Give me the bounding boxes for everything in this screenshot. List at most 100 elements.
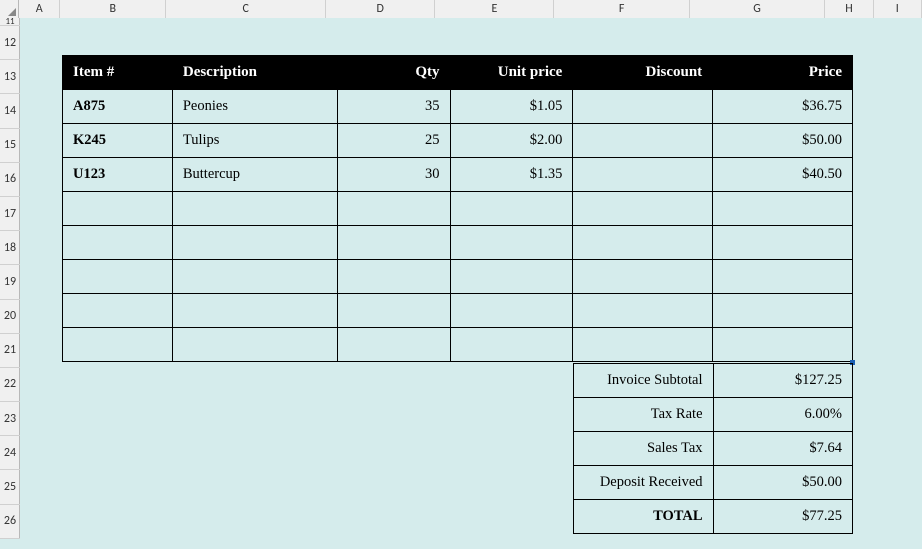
summary-row-salestax: Sales Tax $7.64 — [574, 432, 853, 466]
col-header-I[interactable]: I — [874, 0, 922, 18]
summary-value[interactable]: $77.25 — [713, 500, 852, 534]
cell-qty[interactable] — [337, 294, 450, 328]
cell-price[interactable] — [713, 328, 853, 362]
row-header-13[interactable]: 13 — [0, 60, 20, 94]
cell-item[interactable] — [63, 260, 173, 294]
column-header-row: A B C D E F G H I — [0, 0, 922, 18]
col-header-A[interactable]: A — [19, 0, 60, 18]
header-price[interactable]: Price — [713, 56, 853, 90]
cell-item[interactable] — [63, 328, 173, 362]
cell-unit-price[interactable]: $2.00 — [450, 124, 573, 158]
cell-discount[interactable] — [573, 226, 713, 260]
summary-label[interactable]: Sales Tax — [574, 432, 714, 466]
row-header-23[interactable]: 23 — [0, 402, 20, 436]
cell-qty[interactable]: 30 — [337, 158, 450, 192]
row-header-25[interactable]: 25 — [0, 470, 20, 504]
cell-price[interactable]: $40.50 — [713, 158, 853, 192]
col-header-D[interactable]: D — [326, 0, 435, 18]
summary-value[interactable]: $50.00 — [713, 466, 852, 500]
cell-description[interactable]: Peonies — [172, 90, 337, 124]
cell-discount[interactable] — [573, 158, 713, 192]
table-header-row: Item # Description Qty Unit price Discou… — [63, 56, 853, 90]
cell-description[interactable]: Tulips — [172, 124, 337, 158]
summary-row-deposit: Deposit Received $50.00 — [574, 466, 853, 500]
cell-item[interactable] — [63, 192, 173, 226]
header-discount[interactable]: Discount — [573, 56, 713, 90]
cell-item[interactable] — [63, 294, 173, 328]
cell-qty[interactable]: 35 — [337, 90, 450, 124]
cell-discount[interactable] — [573, 260, 713, 294]
cell-item[interactable]: K245 — [63, 124, 173, 158]
cell-description[interactable] — [172, 294, 337, 328]
cell-description[interactable] — [172, 260, 337, 294]
row-header-15[interactable]: 15 — [0, 129, 20, 163]
row-header-14[interactable]: 14 — [0, 94, 20, 128]
cell-qty[interactable] — [337, 192, 450, 226]
cell-unit-price[interactable] — [450, 192, 573, 226]
cell-description[interactable] — [172, 226, 337, 260]
cell-discount[interactable] — [573, 294, 713, 328]
cell-unit-price[interactable]: $1.35 — [450, 158, 573, 192]
cell-price[interactable] — [713, 192, 853, 226]
summary-value[interactable]: $7.64 — [713, 432, 852, 466]
cell-unit-price[interactable] — [450, 328, 573, 362]
cell-discount[interactable] — [573, 124, 713, 158]
summary-value[interactable]: $127.25 — [713, 364, 852, 398]
cell-item[interactable]: A875 — [63, 90, 173, 124]
summary-label[interactable]: Invoice Subtotal — [574, 364, 714, 398]
cell-discount[interactable] — [573, 90, 713, 124]
row-header-20[interactable]: 20 — [0, 300, 20, 334]
summary-label[interactable]: TOTAL — [574, 500, 714, 534]
cell-discount[interactable] — [573, 192, 713, 226]
row-header-16[interactable]: 16 — [0, 163, 20, 197]
col-header-E[interactable]: E — [435, 0, 554, 18]
col-header-H[interactable]: H — [825, 0, 873, 18]
col-header-C[interactable]: C — [166, 0, 326, 18]
invoice-summary-table: Invoice Subtotal $127.25 Tax Rate 6.00% … — [573, 363, 853, 534]
row-header-12[interactable]: 12 — [0, 26, 20, 60]
cell-grid[interactable]: Item # Description Qty Unit price Discou… — [20, 18, 922, 549]
row-header-24[interactable]: 24 — [0, 436, 20, 470]
cell-description[interactable] — [172, 328, 337, 362]
col-header-F[interactable]: F — [554, 0, 689, 18]
row-header-17[interactable]: 17 — [0, 197, 20, 231]
table-row — [63, 192, 853, 226]
spreadsheet: A B C D E F G H I 11 12 13 14 15 16 17 1… — [0, 0, 922, 549]
summary-label[interactable]: Deposit Received — [574, 466, 714, 500]
cell-item[interactable]: U123 — [63, 158, 173, 192]
cell-unit-price[interactable] — [450, 260, 573, 294]
table-row: A875 Peonies 35 $1.05 $36.75 — [63, 90, 853, 124]
row-header-22[interactable]: 22 — [0, 368, 20, 402]
header-unit-price[interactable]: Unit price — [450, 56, 573, 90]
cell-price[interactable] — [713, 294, 853, 328]
row-header-21[interactable]: 21 — [0, 334, 20, 368]
cell-discount[interactable] — [573, 328, 713, 362]
header-item[interactable]: Item # — [63, 56, 173, 90]
cell-qty[interactable] — [337, 260, 450, 294]
cell-item[interactable] — [63, 226, 173, 260]
cell-price[interactable] — [713, 226, 853, 260]
header-qty[interactable]: Qty — [337, 56, 450, 90]
row-header-19[interactable]: 19 — [0, 265, 20, 299]
cell-qty[interactable] — [337, 328, 450, 362]
header-description[interactable]: Description — [172, 56, 337, 90]
cell-qty[interactable]: 25 — [337, 124, 450, 158]
col-header-G[interactable]: G — [690, 0, 825, 18]
col-header-B[interactable]: B — [60, 0, 166, 18]
cell-qty[interactable] — [337, 226, 450, 260]
summary-value[interactable]: 6.00% — [713, 398, 852, 432]
row-header-26[interactable]: 26 — [0, 505, 20, 539]
row-header-11[interactable]: 11 — [0, 18, 20, 26]
summary-label[interactable]: Tax Rate — [574, 398, 714, 432]
cell-unit-price[interactable] — [450, 226, 573, 260]
cell-price[interactable]: $36.75 — [713, 90, 853, 124]
cell-unit-price[interactable]: $1.05 — [450, 90, 573, 124]
table-row — [63, 328, 853, 362]
cell-description[interactable] — [172, 192, 337, 226]
row-header-18[interactable]: 18 — [0, 231, 20, 265]
cell-price[interactable] — [713, 260, 853, 294]
cell-price[interactable]: $50.00 — [713, 124, 853, 158]
table-row — [63, 226, 853, 260]
cell-unit-price[interactable] — [450, 294, 573, 328]
cell-description[interactable]: Buttercup — [172, 158, 337, 192]
